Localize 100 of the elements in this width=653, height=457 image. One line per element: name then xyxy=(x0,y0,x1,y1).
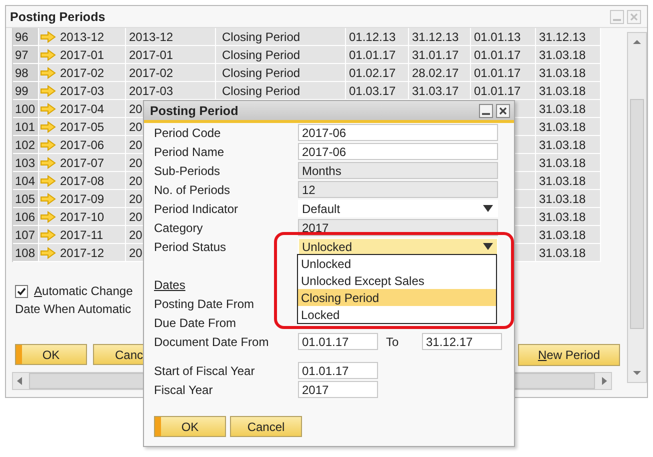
input-field[interactable]: 2017-06 xyxy=(298,124,498,141)
arrow-icon[interactable] xyxy=(40,66,56,78)
row-number-cell: 101 xyxy=(13,118,39,136)
vertical-scrollbar[interactable] xyxy=(627,32,647,383)
period-code: 2017-07 xyxy=(60,156,104,170)
table-cell: Closing Period xyxy=(216,46,346,64)
checkbox-label: Automatic Change xyxy=(34,284,133,298)
input-field[interactable]: 01.01.17 xyxy=(298,362,378,379)
table-cell: 01.01.13 xyxy=(471,28,536,46)
table-cell: 31.03.18 xyxy=(536,136,601,154)
table-cell: 2017-01 xyxy=(126,46,216,64)
arrow-icon[interactable] xyxy=(40,138,56,150)
table-cell: 31.03.18 xyxy=(536,46,601,64)
row-number-cell: 96 xyxy=(13,28,39,46)
table-cell: 31.12.13 xyxy=(409,28,471,46)
table-cell: 31.03.18 xyxy=(536,64,601,82)
period-code: 2017-11 xyxy=(60,228,104,242)
ok-button[interactable]: OK xyxy=(154,416,226,437)
dropdown-option[interactable]: Locked xyxy=(298,306,496,323)
period-code: 2017-09 xyxy=(60,192,104,206)
table-cell: 31.03.18 xyxy=(536,154,601,172)
table-cell: 31.03.18 xyxy=(536,82,601,100)
table-cell: 01.02.17 xyxy=(346,64,409,82)
field-label: Start of Fiscal Year xyxy=(154,364,256,378)
input-field[interactable]: 2017 xyxy=(298,381,378,398)
dropdown-option[interactable]: Unlocked xyxy=(298,255,496,272)
table-cell: 2017-02 xyxy=(126,64,216,82)
arrow-icon[interactable] xyxy=(40,120,56,132)
table-cell: 31.03.18 xyxy=(536,190,601,208)
period-code: 2017-12 xyxy=(60,246,104,260)
table-cell: 2013-12 xyxy=(126,28,216,46)
table-cell: 31.03.18 xyxy=(536,244,601,262)
table-cell: 01.01.17 xyxy=(471,46,536,64)
table-cell: 31.03.18 xyxy=(536,226,601,244)
input-field[interactable]: 2017-06 xyxy=(298,143,498,160)
arrow-icon[interactable] xyxy=(40,246,56,258)
field-label: Posting Date From xyxy=(154,296,256,310)
table-cell: Closing Period xyxy=(216,28,346,46)
arrow-icon[interactable] xyxy=(40,156,56,168)
dropdown-field[interactable]: Unlocked xyxy=(298,238,498,255)
arrow-icon[interactable] xyxy=(40,174,56,186)
period-code: 2017-03 xyxy=(60,84,104,98)
date-when-label: Date When Automatic xyxy=(15,302,132,318)
row-number-cell: 106 xyxy=(13,208,39,226)
field-label: Fiscal Year xyxy=(154,382,214,396)
period-code: 2017-05 xyxy=(60,120,104,134)
period-code: 2017-08 xyxy=(60,174,104,188)
arrow-icon[interactable] xyxy=(40,48,56,60)
table-cell: 31.03.17 xyxy=(409,82,471,100)
table-cell: 2017-03 xyxy=(126,82,216,100)
row-number-cell: 103 xyxy=(13,154,39,172)
dropdown-option[interactable]: Unlocked Except Sales xyxy=(298,272,496,289)
window-title: Posting Periods xyxy=(10,10,106,24)
row-number-cell: 100 xyxy=(13,100,39,118)
arrow-icon[interactable] xyxy=(40,84,56,96)
readonly-field: Months xyxy=(298,162,498,179)
to-label: To xyxy=(385,334,400,348)
table-cell: 31.12.13 xyxy=(536,28,601,46)
table-cell: 31.03.18 xyxy=(536,118,601,136)
period-code: 2017-02 xyxy=(60,66,104,80)
period-code: 2017-01 xyxy=(60,48,104,62)
row-number-cell: 97 xyxy=(13,46,39,64)
table-cell: Closing Period xyxy=(216,82,346,100)
readonly-field: 12 xyxy=(298,181,498,198)
period-code: 2013-12 xyxy=(60,30,104,44)
row-number-cell: 98 xyxy=(13,64,39,82)
table-cell: 01.01.17 xyxy=(471,82,536,100)
table-cell: 01.03.17 xyxy=(346,82,409,100)
date-field[interactable]: 01.01.17 xyxy=(298,333,378,350)
table-cell: 31.03.18 xyxy=(536,100,601,118)
section-heading: Dates xyxy=(154,278,186,294)
dropdown-field[interactable]: Default xyxy=(298,200,498,217)
date-field[interactable]: 31.12.17 xyxy=(422,333,502,350)
cancel-button[interactable]: Cancel xyxy=(230,416,302,437)
table-cell: 01.01.17 xyxy=(346,46,409,64)
dropdown-arrow-icon xyxy=(483,242,493,250)
minimize-icon[interactable] xyxy=(479,104,493,118)
arrow-icon[interactable] xyxy=(40,192,56,204)
checkbox[interactable] xyxy=(15,284,28,298)
new-period-button[interactable]: New Period xyxy=(518,344,620,366)
period-code: 2017-10 xyxy=(60,210,104,224)
ok-button[interactable]: OK xyxy=(15,344,87,365)
arrow-icon[interactable] xyxy=(40,210,56,222)
table-cell: 01.12.13 xyxy=(346,28,409,46)
period-code: 2017-04 xyxy=(60,102,104,116)
field-label: Due Date From xyxy=(154,316,238,330)
arrow-icon[interactable] xyxy=(40,102,56,114)
table-cell: 31.03.18 xyxy=(536,208,601,226)
table-cell: Closing Period xyxy=(216,64,346,82)
row-number-cell: 108 xyxy=(13,244,39,262)
table-cell: 28.02.17 xyxy=(409,64,471,82)
close-icon[interactable] xyxy=(496,104,510,118)
period-code: 2017-06 xyxy=(60,138,104,152)
arrow-icon[interactable] xyxy=(40,30,56,42)
row-number-cell: 104 xyxy=(13,172,39,190)
table-cell: 31.03.18 xyxy=(536,172,601,190)
dropdown-option[interactable]: Closing Period xyxy=(298,289,496,306)
arrow-icon[interactable] xyxy=(40,228,56,240)
row-number-cell: 105 xyxy=(13,190,39,208)
row-number-cell: 102 xyxy=(13,136,39,154)
